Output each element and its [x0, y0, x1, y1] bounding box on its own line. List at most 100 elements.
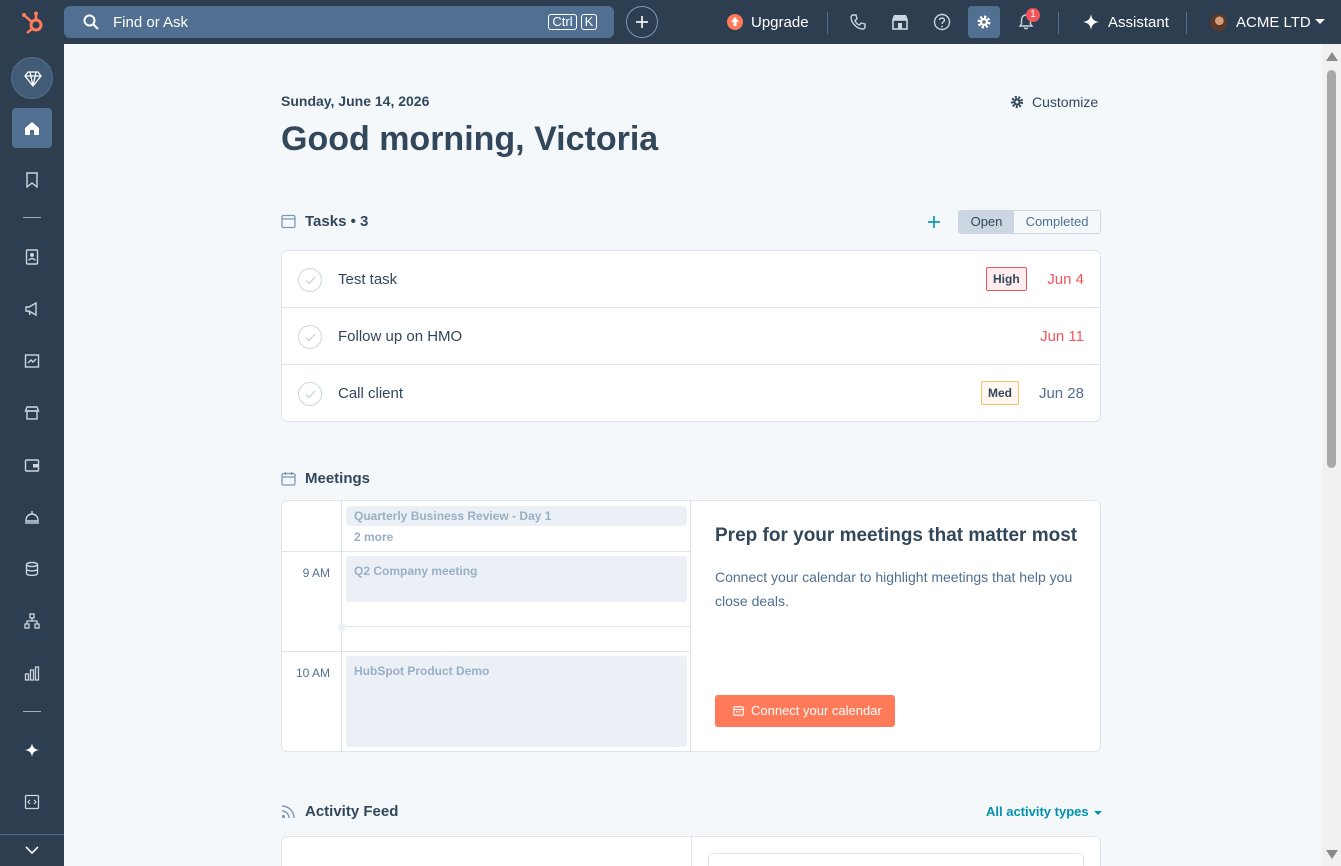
event-title: Quarterly Business Review - Day 1: [354, 509, 552, 523]
upgrade-arrow-icon: [727, 14, 743, 30]
wallet-icon[interactable]: [24, 457, 40, 473]
time-label: 10 AM: [295, 666, 330, 680]
hubspot-logo-icon[interactable]: [20, 10, 46, 36]
checkmark-icon: [305, 390, 316, 399]
allday-event[interactable]: Quarterly Business Review - Day 1: [346, 506, 687, 526]
avatar: [1210, 14, 1227, 31]
sidebar-item-home[interactable]: [12, 108, 52, 148]
scroll-thumb[interactable]: [1327, 70, 1336, 468]
calendar-event[interactable]: HubSpot Product Demo: [346, 656, 687, 747]
add-task-plus-icon[interactable]: [926, 214, 942, 230]
hour-line: [282, 651, 691, 652]
shortcut-ctrl-key: Ctrl: [548, 14, 577, 30]
calendar-icon: [281, 472, 296, 486]
caret-down-icon: [1094, 810, 1103, 815]
page-title: Good morning, Victoria: [281, 120, 659, 158]
divider: [1058, 12, 1059, 34]
create-new-button[interactable]: [626, 6, 658, 38]
page-scrollbar[interactable]: [1322, 44, 1341, 866]
tab-completed[interactable]: Completed: [1014, 211, 1100, 233]
sparkle-icon[interactable]: [24, 742, 40, 758]
home-icon: [25, 122, 39, 135]
phone-icon[interactable]: [848, 12, 868, 32]
task-name[interactable]: Test task: [338, 271, 397, 288]
task-row[interactable]: Follow up on HMO Jun 11: [282, 308, 1100, 365]
activity-filter-label: All activity types: [986, 804, 1089, 819]
scroll-up-arrow-icon[interactable]: [1326, 52, 1338, 61]
bookmark-icon[interactable]: [24, 172, 40, 188]
task-complete-checkbox[interactable]: [298, 325, 322, 349]
marketplace-icon[interactable]: [890, 12, 910, 32]
contacts-icon[interactable]: [24, 249, 40, 265]
tasks-icon: [281, 214, 296, 229]
search-placeholder: Find or Ask: [113, 14, 189, 31]
megaphone-icon[interactable]: [24, 301, 40, 317]
tab-open[interactable]: Open: [959, 211, 1014, 233]
diamond-icon: [24, 71, 42, 88]
task-due-date: Jun 4: [1047, 271, 1084, 288]
task-row[interactable]: Test task High Jun 4: [282, 251, 1100, 308]
divider: [827, 12, 828, 34]
plus-icon: [636, 16, 648, 28]
account-name: ACME LTD: [1236, 14, 1311, 31]
tasks-title: Tasks • 3: [305, 213, 369, 230]
sparkle-icon: [1083, 14, 1099, 30]
hour-line: [282, 551, 691, 552]
task-list: Test task High Jun 4 Follow up on HMO Ju…: [281, 250, 1101, 422]
task-complete-checkbox[interactable]: [298, 382, 322, 406]
connect-calendar-button[interactable]: Connect your calendar: [715, 695, 895, 727]
service-bell-icon[interactable]: [24, 509, 40, 525]
priority-badge: High: [986, 267, 1027, 291]
sidebar: [0, 44, 64, 866]
activity-item-card[interactable]: [708, 853, 1084, 866]
task-due-date: Jun 11: [1040, 328, 1084, 345]
content-icon[interactable]: [24, 353, 40, 369]
gear-icon: [977, 15, 991, 29]
time-label: 9 AM: [302, 566, 330, 580]
database-icon[interactable]: [24, 561, 40, 577]
shortcut-k-key: K: [581, 14, 597, 30]
divider: [1186, 12, 1187, 34]
code-icon[interactable]: [24, 794, 40, 810]
notification-badge: 1: [1026, 8, 1040, 22]
search-icon: [83, 14, 99, 30]
current-time-indicator: [338, 623, 346, 631]
task-due-date: Jun 28: [1038, 385, 1084, 402]
activity-feed-card: [281, 836, 1101, 866]
gear-icon: [1010, 95, 1024, 109]
meetings-card: Quarterly Business Review - Day 1 2 more…: [281, 500, 1101, 752]
promo-title: Prep for your meetings that matter most: [715, 525, 1078, 546]
chevron-down-icon[interactable]: [24, 842, 40, 858]
search-input[interactable]: Find or Ask Ctrl K: [64, 6, 614, 38]
activity-title: Activity Feed: [305, 803, 399, 820]
checkmark-icon: [305, 333, 316, 342]
event-title: Q2 Company meeting: [354, 564, 478, 578]
sidebar-upgrade-button[interactable]: [11, 57, 53, 99]
chevron-down-icon: [1315, 19, 1325, 24]
calendar-preview: Quarterly Business Review - Day 1 2 more…: [282, 501, 691, 751]
card-divider: [691, 837, 692, 866]
half-hour-line: [342, 626, 691, 627]
workflow-icon[interactable]: [24, 613, 40, 629]
sidebar-divider: [23, 217, 41, 218]
reports-icon[interactable]: [24, 665, 40, 681]
calendar-icon: [733, 706, 744, 716]
help-icon[interactable]: [932, 12, 952, 32]
more-events-link[interactable]: 2 more: [354, 530, 393, 544]
task-name[interactable]: Call client: [338, 385, 403, 402]
scroll-down-arrow-icon[interactable]: [1326, 850, 1338, 859]
customize-label: Customize: [1032, 94, 1099, 110]
task-name[interactable]: Follow up on HMO: [338, 328, 462, 345]
sidebar-divider: [0, 834, 64, 835]
activity-type-filter[interactable]: All activity types: [986, 804, 1103, 819]
calendar-event[interactable]: Q2 Company meeting: [346, 556, 687, 602]
current-date: Sunday, June 14, 2026: [281, 93, 430, 109]
commerce-icon[interactable]: [24, 405, 40, 421]
task-row[interactable]: Call client Med Jun 28: [282, 365, 1100, 422]
top-navigation-bar: Find or Ask Ctrl K Upgrade 1 Assistant A…: [0, 0, 1341, 44]
upgrade-label: Upgrade: [751, 14, 809, 31]
checkmark-icon: [305, 276, 316, 285]
sidebar-divider: [23, 711, 41, 712]
settings-button[interactable]: [968, 6, 1000, 38]
task-complete-checkbox[interactable]: [298, 268, 322, 292]
